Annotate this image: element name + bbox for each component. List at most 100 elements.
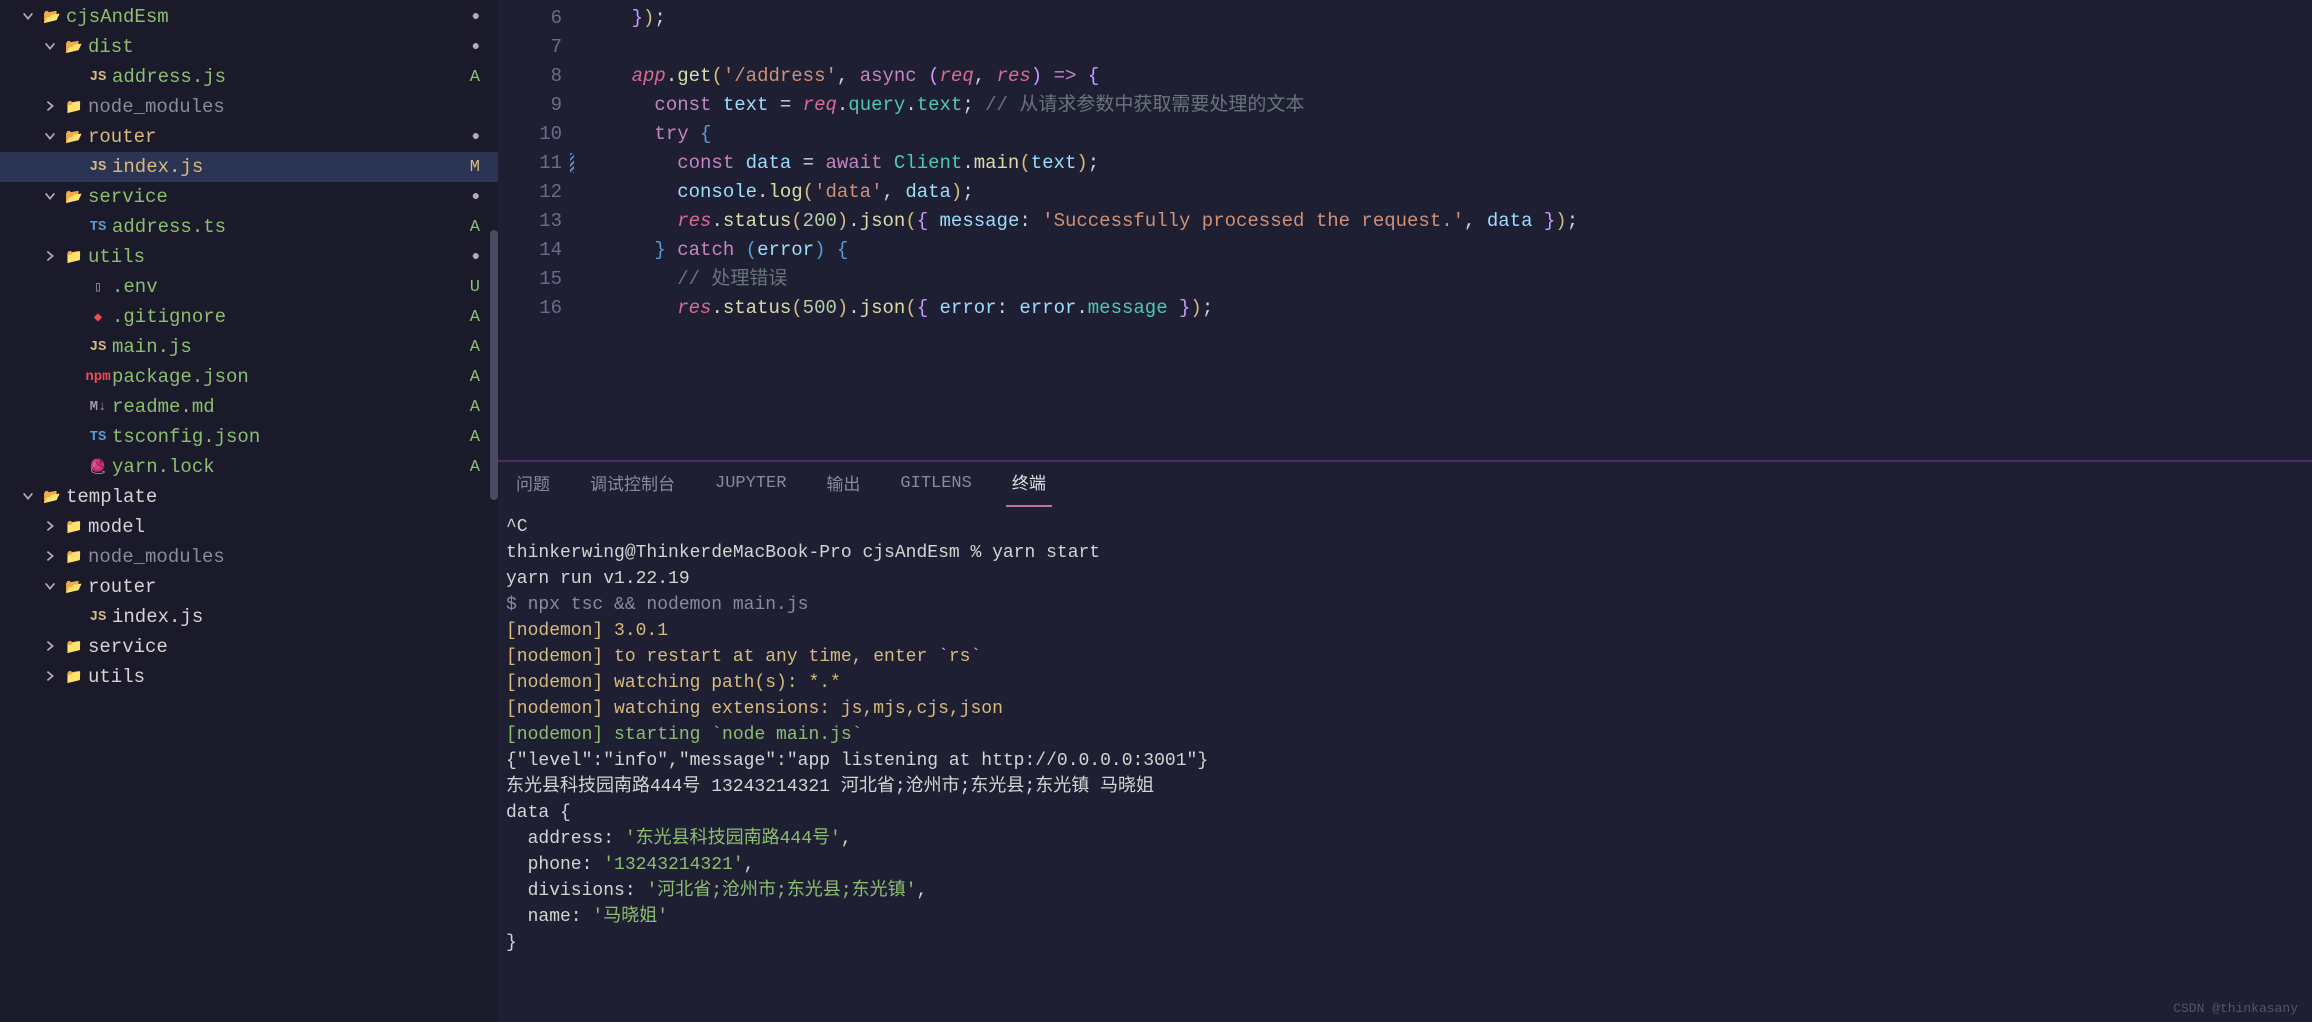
git-status-badge: A (452, 428, 480, 447)
code-line[interactable]: app.get('/address', async (req, res) => … (586, 62, 2312, 91)
folder-item-cjsandesm[interactable]: 📂cjsAndEsm● (0, 2, 498, 32)
tree-item-label: .env (112, 276, 452, 298)
file-type-icon: npm (84, 369, 112, 385)
terminal-line: data { (506, 800, 2304, 826)
line-number: 12 (498, 178, 562, 207)
code-line[interactable]: const data = await Client.main(text); (586, 149, 2312, 178)
chevron-down-icon[interactable] (40, 579, 60, 595)
folder-item-dist[interactable]: 📂dist● (0, 32, 498, 62)
file-item-readme-md[interactable]: M↓readme.mdA (0, 392, 498, 422)
terminal-line: [nodemon] watching path(s): *.* (506, 670, 2304, 696)
chevron-right-icon[interactable] (40, 549, 60, 565)
git-status-badge: A (452, 338, 480, 357)
file-type-icon: 📁 (60, 519, 88, 536)
modified-dot-icon: ● (452, 39, 480, 55)
tree-item-label: template (66, 486, 480, 508)
scrollbar-thumb[interactable] (490, 230, 498, 500)
file-item--gitignore[interactable]: ◆.gitignoreA (0, 302, 498, 332)
code-line[interactable]: // 处理错误 (586, 265, 2312, 294)
file-item-index-js[interactable]: JSindex.js (0, 602, 498, 632)
file-item-tsconfig-json[interactable]: TStsconfig.jsonA (0, 422, 498, 452)
terminal-line: [nodemon] to restart at any time, enter … (506, 644, 2304, 670)
file-type-icon: 📂 (60, 579, 88, 596)
code-line[interactable]: res.status(200).json({ message: 'Success… (586, 207, 2312, 236)
file-explorer[interactable]: 📂cjsAndEsm●📂dist●JSaddress.jsA📁node_modu… (0, 0, 498, 1022)
tree-item-label: node_modules (88, 546, 480, 568)
file-type-icon: M↓ (84, 399, 112, 415)
code-line[interactable]: try { (586, 120, 2312, 149)
line-number: 14 (498, 236, 562, 265)
tree-item-label: utils (88, 246, 452, 268)
tree-item-label: router (88, 576, 480, 598)
code-line[interactable]: } catch (error) { (586, 236, 2312, 265)
modified-dot-icon: ● (452, 249, 480, 265)
file-item--env[interactable]: ▯.envU (0, 272, 498, 302)
file-type-icon: 📁 (60, 549, 88, 566)
folder-item-utils[interactable]: 📁utils (0, 662, 498, 692)
file-item-main-js[interactable]: JSmain.jsA (0, 332, 498, 362)
folder-item-service[interactable]: 📂service● (0, 182, 498, 212)
folder-item-utils[interactable]: 📁utils● (0, 242, 498, 272)
code-area[interactable]: }); app.get('/address', async (req, res)… (586, 4, 2312, 460)
chevron-right-icon[interactable] (40, 99, 60, 115)
panel-tab-gitlens[interactable]: GITLENS (894, 468, 977, 503)
panel-tab-输出[interactable]: 输出 (820, 464, 866, 506)
chevron-right-icon[interactable] (40, 639, 60, 655)
panel-tab-终端[interactable]: 终端 (1006, 463, 1052, 507)
file-type-icon: 📂 (60, 189, 88, 206)
code-line[interactable]: }); (586, 4, 2312, 33)
file-type-icon: JS (84, 69, 112, 85)
git-status-badge: A (452, 398, 480, 417)
file-item-index-js[interactable]: JSindex.jsM (0, 152, 498, 182)
terminal-line: name: '马晓姐' (506, 904, 2304, 930)
chevron-down-icon[interactable] (18, 489, 38, 505)
terminal-line: {"level":"info","message":"app listening… (506, 748, 2304, 774)
folder-item-node-modules[interactable]: 📁node_modules (0, 92, 498, 122)
chevron-right-icon[interactable] (40, 519, 60, 535)
panel-tab-jupyter[interactable]: JUPYTER (709, 468, 792, 503)
code-line[interactable]: res.status(500).json({ error: error.mess… (586, 294, 2312, 323)
folder-item-model[interactable]: 📁model (0, 512, 498, 542)
tree-item-label: router (88, 126, 452, 148)
code-line[interactable] (586, 33, 2312, 62)
code-editor[interactable]: 678910111213141516 }); app.get('/address… (498, 0, 2312, 460)
chevron-down-icon[interactable] (40, 129, 60, 145)
code-line[interactable]: const text = req.query.text; // 从请求参数中获取… (586, 91, 2312, 120)
file-type-icon: 📂 (38, 9, 66, 26)
file-type-icon: JS (84, 609, 112, 625)
file-item-yarn-lock[interactable]: 🧶yarn.lockA (0, 452, 498, 482)
file-type-icon: 📁 (60, 99, 88, 116)
tree-item-label: yarn.lock (112, 456, 452, 478)
file-type-icon: 📁 (60, 639, 88, 656)
chevron-down-icon[interactable] (18, 9, 38, 25)
code-line[interactable]: console.log('data', data); (586, 178, 2312, 207)
file-item-address-js[interactable]: JSaddress.jsA (0, 62, 498, 92)
terminal-line: thinkerwing@ThinkerdeMacBook-Pro cjsAndE… (506, 540, 2304, 566)
file-item-address-ts[interactable]: TSaddress.tsA (0, 212, 498, 242)
folder-item-router[interactable]: 📂router● (0, 122, 498, 152)
modified-dot-icon: ● (452, 189, 480, 205)
file-item-package-json[interactable]: npmpackage.jsonA (0, 362, 498, 392)
panel-tab-调试控制台[interactable]: 调试控制台 (584, 464, 681, 506)
panel-tab-问题[interactable]: 问题 (510, 464, 556, 506)
editor-and-panel: 678910111213141516 }); app.get('/address… (498, 0, 2312, 1022)
panel-tab-bar: 问题调试控制台 JUPYTER 输出 GITLENS 终端 (498, 462, 2312, 508)
folder-item-node-modules[interactable]: 📁node_modules (0, 542, 498, 572)
terminal-line: ^C (506, 514, 2304, 540)
folder-item-router[interactable]: 📂router (0, 572, 498, 602)
file-type-icon: JS (84, 159, 112, 175)
terminal[interactable]: ^Cthinkerwing@ThinkerdeMacBook-Pro cjsAn… (498, 508, 2312, 1022)
tree-item-label: index.js (112, 156, 452, 178)
chevron-down-icon[interactable] (40, 189, 60, 205)
chevron-right-icon[interactable] (40, 249, 60, 265)
tree-item-label: dist (88, 36, 452, 58)
file-type-icon: TS (84, 219, 112, 235)
terminal-line: [nodemon] 3.0.1 (506, 618, 2304, 644)
tree-item-label: index.js (112, 606, 480, 628)
folder-item-service[interactable]: 📁service (0, 632, 498, 662)
folder-item-template[interactable]: 📂template (0, 482, 498, 512)
git-status-badge: A (452, 218, 480, 237)
file-type-icon: ◆ (84, 309, 112, 326)
chevron-right-icon[interactable] (40, 669, 60, 685)
chevron-down-icon[interactable] (40, 39, 60, 55)
